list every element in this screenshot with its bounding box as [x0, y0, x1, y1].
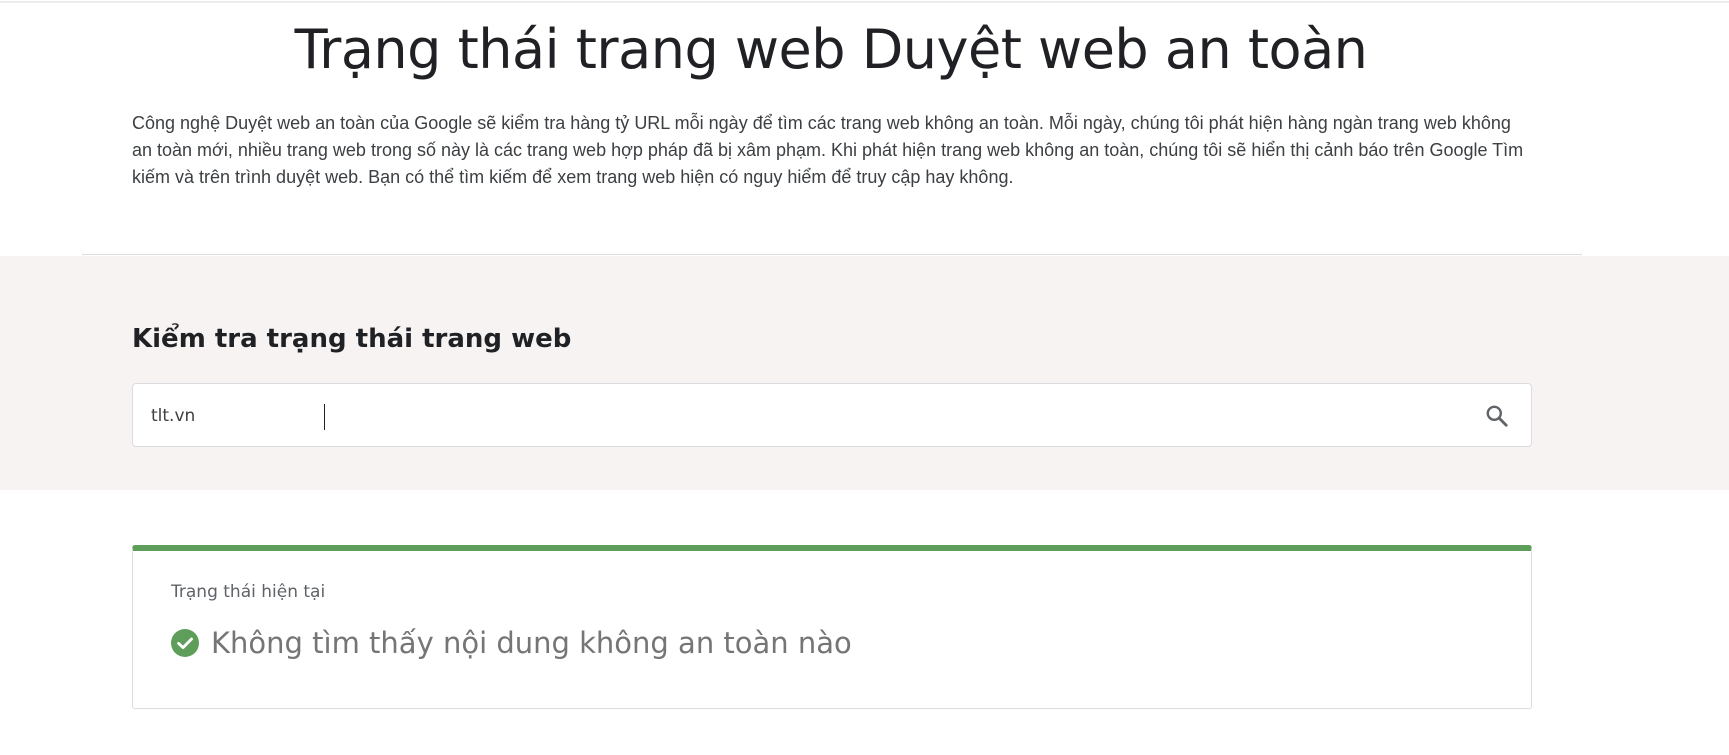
page-title: Trạng thái trang web Duyệt web an toàn: [294, 18, 1368, 81]
top-divider: [0, 1, 1729, 3]
intro-paragraph: Công nghệ Duyệt web an toàn của Google s…: [132, 113, 1524, 187]
section-divider: [82, 254, 1582, 255]
status-result-text: Không tìm thấy nội dung không an toàn nà…: [211, 626, 852, 660]
text-cursor: [324, 404, 325, 430]
status-result: Không tìm thấy nội dung không an toàn nà…: [171, 623, 852, 663]
search-input[interactable]: [151, 396, 1451, 436]
search-icon: [1486, 405, 1508, 427]
search-box[interactable]: [132, 383, 1532, 447]
status-label: Trạng thái hiện tại: [171, 582, 326, 602]
status-card: Trạng thái hiện tại Không tìm thấy nội d…: [132, 545, 1532, 709]
search-button[interactable]: [1481, 400, 1513, 432]
safe-browsing-status-page: Trạng thái trang web Duyệt web an toàn C…: [0, 0, 1729, 755]
search-heading: Kiểm tra trạng thái trang web: [132, 324, 572, 354]
search-section: Kiểm tra trạng thái trang web: [0, 256, 1729, 490]
check-circle-icon: [171, 629, 199, 657]
